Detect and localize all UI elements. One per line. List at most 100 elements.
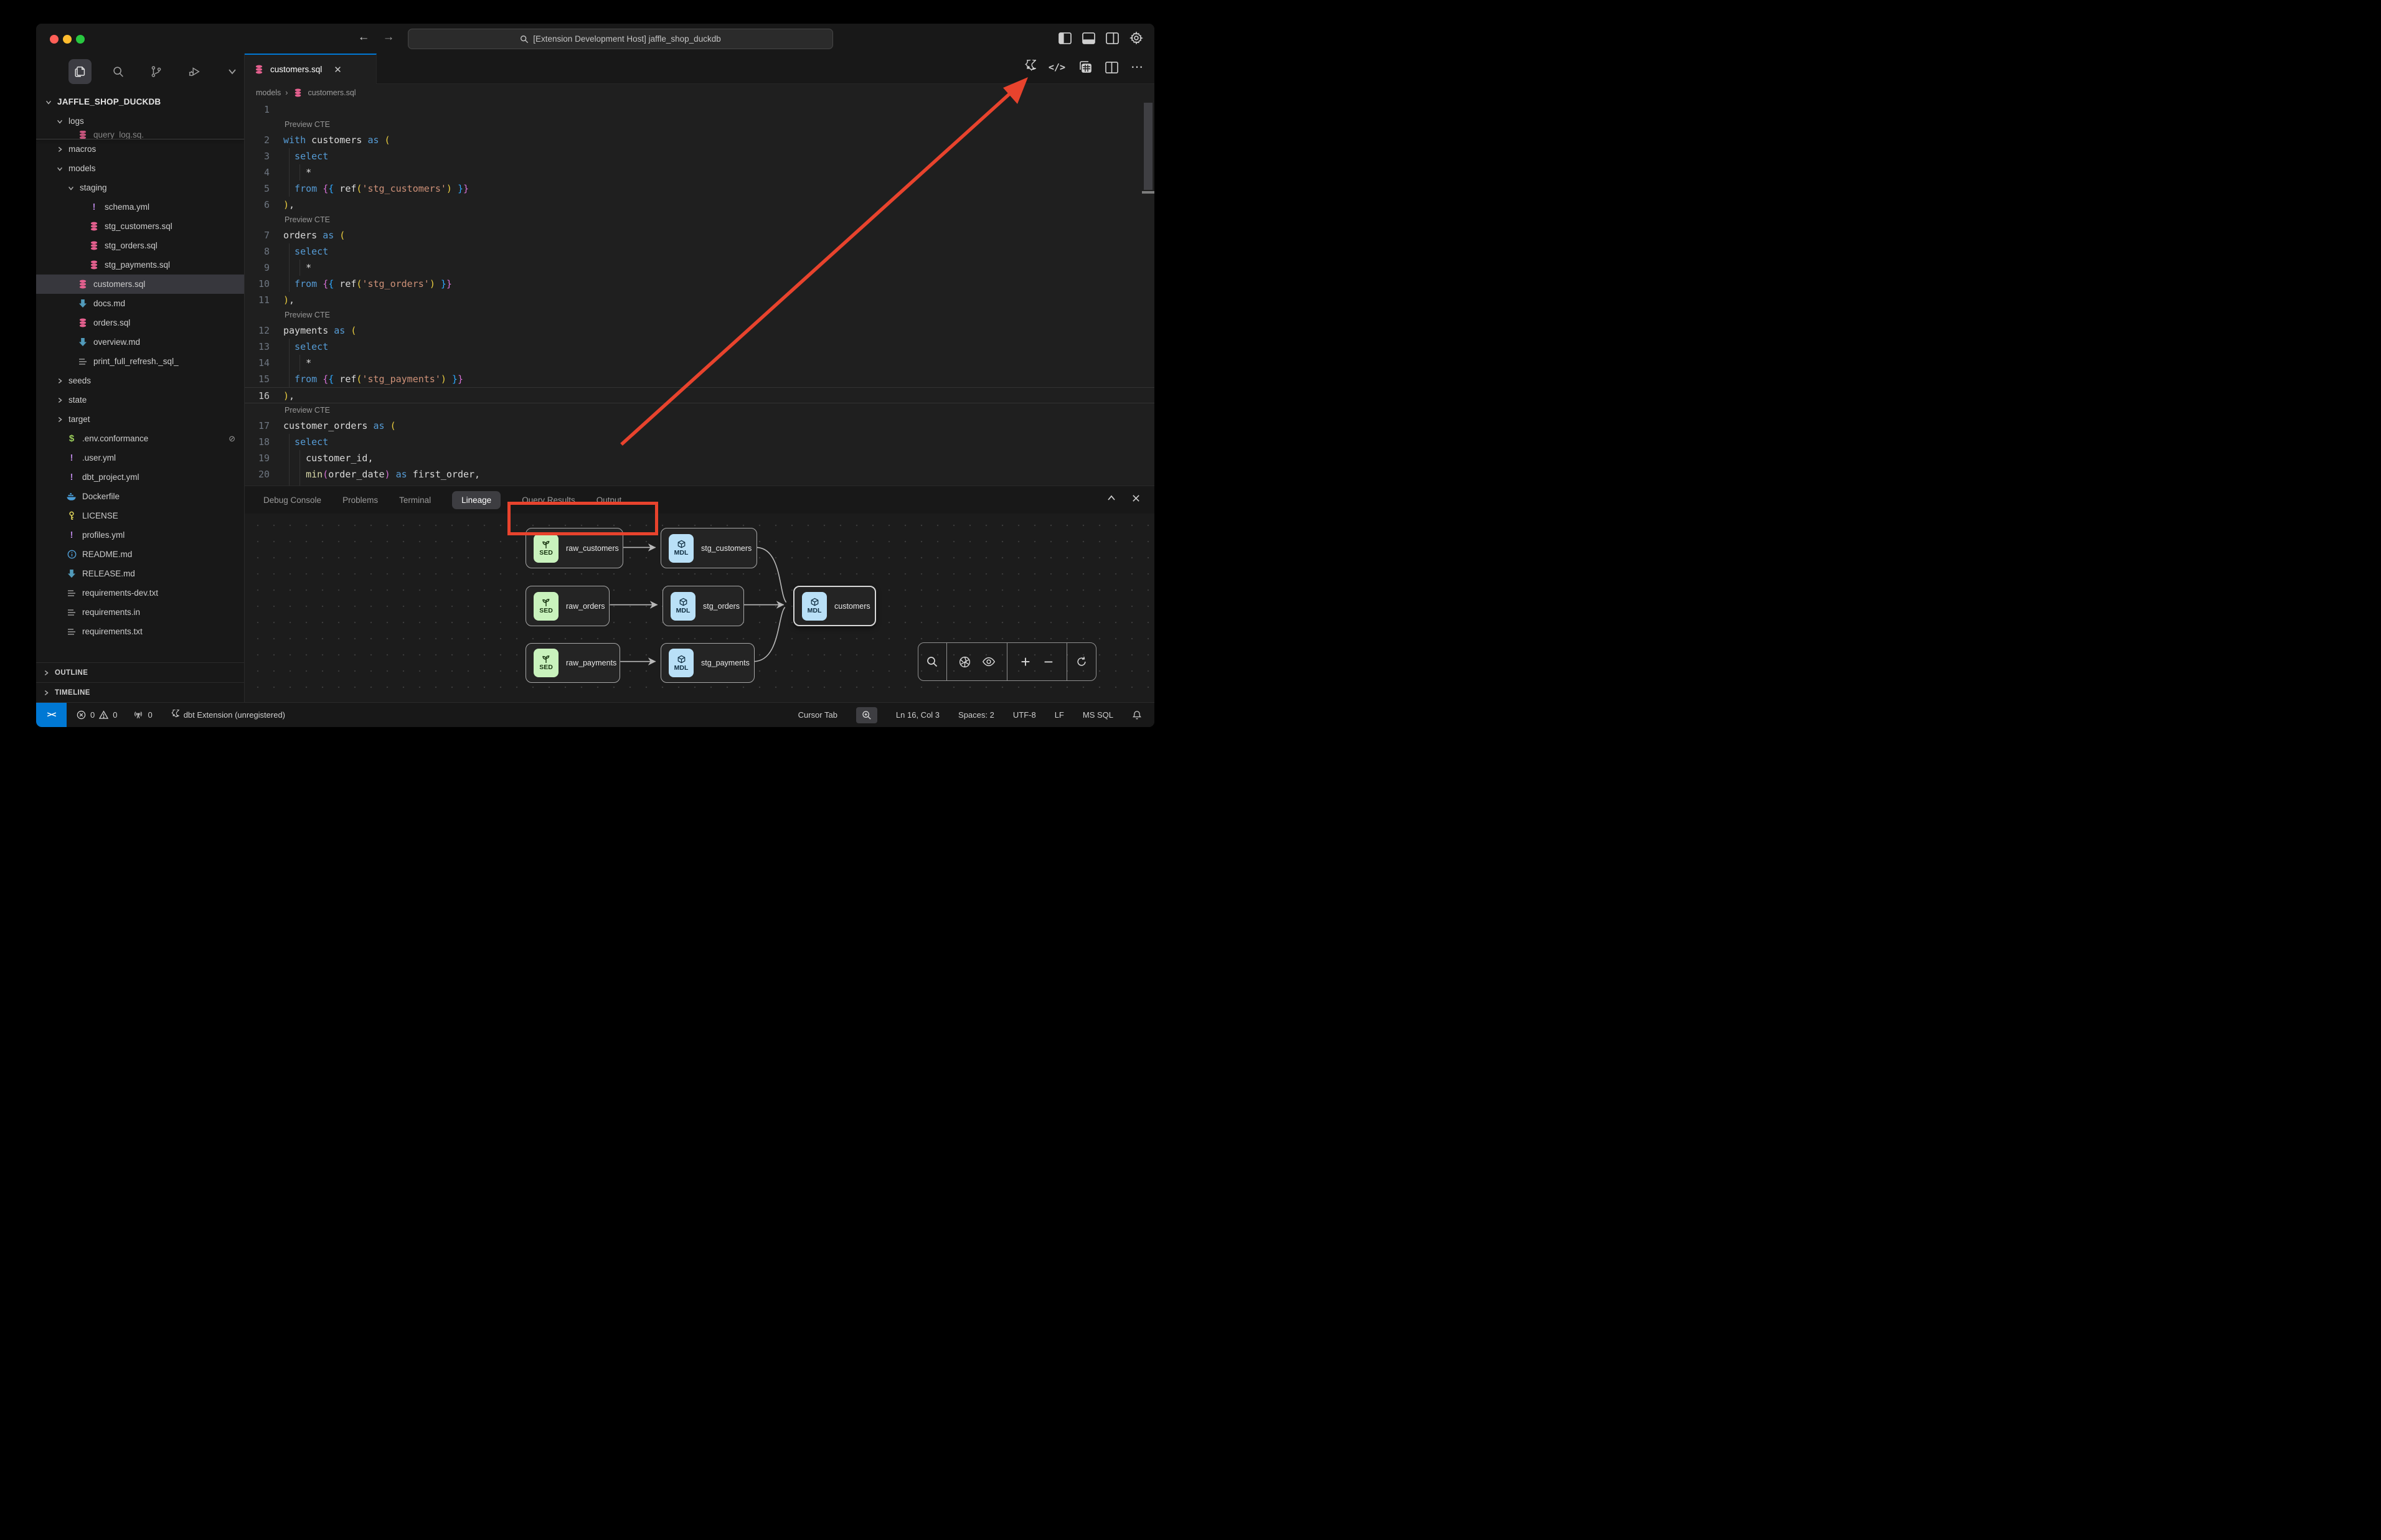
compiled-code-icon[interactable]: </>: [1049, 62, 1065, 73]
tree-file-requirements-txt[interactable]: requirements.txt: [36, 622, 244, 640]
panel-tab-problems[interactable]: Problems: [342, 495, 378, 505]
toggle-sidebar-icon[interactable]: [1058, 32, 1072, 44]
panel-tab-lineage-active[interactable]: Lineage: [452, 491, 501, 509]
cursor-tab-status[interactable]: Cursor Tab: [798, 710, 837, 720]
settings-gear-icon[interactable]: [1129, 31, 1143, 45]
panel-tab-terminal[interactable]: Terminal: [399, 495, 431, 505]
breadcrumb-folder[interactable]: models: [256, 88, 281, 97]
zoom-window-button[interactable]: [76, 35, 85, 44]
lineage-node-customers-selected[interactable]: MDL customers: [793, 586, 876, 626]
problems-status[interactable]: 0 0: [77, 710, 117, 720]
panel-tab-debug-console[interactable]: Debug Console: [263, 495, 321, 505]
run-debug-icon[interactable]: [183, 59, 206, 84]
tree-file-stg-customers[interactable]: stg_customers.sql: [36, 217, 244, 236]
overview-ruler-marker: [1142, 191, 1154, 194]
zoom-status-button[interactable]: [856, 707, 877, 723]
toggle-panel-icon[interactable]: [1082, 32, 1095, 44]
tree-file-orders-sql[interactable]: orders.sql: [36, 313, 244, 332]
tree-folder-seeds[interactable]: seeds: [36, 371, 244, 390]
toggle-secondary-sidebar-icon[interactable]: [1106, 32, 1119, 44]
tree-file-profiles-yml[interactable]: ! profiles.yml: [36, 525, 244, 545]
encoding-status[interactable]: UTF-8: [1013, 710, 1036, 720]
close-panel-icon[interactable]: [1131, 494, 1141, 503]
folder-label: staging: [80, 183, 107, 192]
code-editor[interactable]: 1 Preview CTE 2with customers as ( 3 sel…: [245, 101, 1154, 486]
tree-file-stg-orders[interactable]: stg_orders.sql: [36, 236, 244, 255]
tree-folder-logs[interactable]: logs: [36, 111, 244, 131]
tree-file-stg-payments[interactable]: stg_payments.sql: [36, 255, 244, 275]
tree-file-schema-yml[interactable]: ! schema.yml: [36, 197, 244, 217]
ports-status[interactable]: 0: [133, 710, 152, 720]
editor-tab-bar: customers.sql ✕ </> ⋯: [245, 54, 1154, 84]
timeline-section[interactable]: TIMELINE: [36, 682, 244, 702]
tree-file-dockerfile[interactable]: Dockerfile: [36, 487, 244, 506]
tree-file-env-conformance[interactable]: $ .env.conformance ⊘: [36, 429, 244, 448]
source-control-icon[interactable]: [144, 59, 167, 84]
more-views-chevron-icon[interactable]: [221, 59, 244, 84]
seedling-icon: [541, 598, 551, 607]
lineage-node-raw-payments[interactable]: SED raw_payments: [526, 643, 620, 683]
codelens-preview-cte[interactable]: Preview CTE: [283, 403, 330, 418]
maximize-panel-chevron-icon[interactable]: [1106, 494, 1116, 504]
info-icon: [66, 549, 77, 560]
lineage-canvas[interactable]: SED raw_customers MDL stg_customers SED …: [245, 514, 1154, 702]
tree-file-overview-md[interactable]: overview.md: [36, 332, 244, 352]
command-center-search[interactable]: [Extension Development Host] jaffle_shop…: [408, 29, 833, 49]
tree-file-requirements-in[interactable]: requirements.in: [36, 603, 244, 622]
search-view-icon[interactable]: [106, 59, 130, 84]
tree-file-print-full-refresh[interactable]: print_full_refresh._sql_: [36, 352, 244, 371]
zoom-in-button[interactable]: +: [1021, 652, 1030, 672]
file-label: profiles.yml: [82, 530, 125, 540]
tree-file-readme[interactable]: README.md: [36, 545, 244, 564]
dbt-power-user-icon[interactable]: [1021, 60, 1036, 75]
remote-indicator[interactable]: ><: [36, 703, 67, 727]
indentation-status[interactable]: Spaces: 2: [958, 710, 994, 720]
tab-customers-sql[interactable]: customers.sql ✕: [245, 54, 377, 84]
breadcrumb-file[interactable]: customers.sql: [308, 88, 356, 97]
lineage-search-button[interactable]: [918, 643, 947, 680]
minimize-window-button[interactable]: [63, 35, 72, 44]
tree-folder-target[interactable]: target: [36, 410, 244, 429]
tree-file-dbt-project-yml[interactable]: ! dbt_project.yml: [36, 467, 244, 487]
lineage-node-raw-orders[interactable]: SED raw_orders: [526, 586, 610, 626]
tree-file-license[interactable]: LICENSE: [36, 506, 244, 525]
tree-file-customers-selected[interactable]: customers.sql: [36, 275, 244, 294]
line-col-status[interactable]: Ln 16, Col 3: [896, 710, 940, 720]
tree-folder-models[interactable]: models: [36, 159, 244, 178]
close-tab-icon[interactable]: ✕: [334, 64, 342, 75]
explorer-view-icon[interactable]: [68, 59, 92, 84]
tree-file-docs-md[interactable]: docs.md: [36, 294, 244, 313]
refresh-button[interactable]: [1067, 643, 1096, 680]
outline-section[interactable]: OUTLINE: [36, 662, 244, 682]
lineage-node-stg-orders[interactable]: MDL stg_orders: [662, 586, 744, 626]
language-mode-status[interactable]: MS SQL: [1083, 710, 1113, 720]
aperture-icon[interactable]: [958, 655, 971, 669]
codelens-preview-cte[interactable]: Preview CTE: [283, 213, 330, 227]
tree-folder-staging[interactable]: staging: [36, 178, 244, 197]
more-actions-icon[interactable]: ⋯: [1131, 64, 1144, 70]
bell-icon[interactable]: [1132, 710, 1142, 720]
tree-folder-macros[interactable]: macros: [36, 139, 244, 159]
tree-file-requirements-dev[interactable]: requirements-dev.txt: [36, 583, 244, 603]
dbt-extension-status[interactable]: dbt Extension (unregistered): [169, 710, 285, 720]
codelens-preview-cte[interactable]: Preview CTE: [283, 118, 330, 132]
lineage-node-stg-payments[interactable]: MDL stg_payments: [661, 643, 755, 683]
eol-status[interactable]: LF: [1055, 710, 1064, 720]
tree-root-folder[interactable]: JAFFLE_SHOP_DUCKDB: [36, 92, 244, 111]
split-editor-icon[interactable]: [1105, 62, 1118, 73]
back-button[interactable]: ←: [356, 31, 372, 44]
lineage-node-stg-customers[interactable]: MDL stg_customers: [661, 528, 757, 568]
breadcrumb[interactable]: models › customers.sql: [245, 84, 1154, 101]
tree-file-release-md[interactable]: RELEASE.md: [36, 564, 244, 583]
eye-icon[interactable]: [982, 656, 996, 667]
model-badge: MDL: [671, 592, 695, 621]
tree-file-query-log[interactable]: query_log.sq.: [36, 131, 244, 139]
query-results-table-icon[interactable]: [1078, 60, 1093, 75]
tree-file-user-yml[interactable]: ! .user.yml: [36, 448, 244, 467]
close-window-button[interactable]: [50, 35, 59, 44]
forward-button[interactable]: →: [380, 31, 397, 44]
editor-scrollbar[interactable]: [1144, 103, 1153, 190]
tree-folder-state[interactable]: state: [36, 390, 244, 410]
codelens-preview-cte[interactable]: Preview CTE: [283, 308, 330, 322]
zoom-out-button[interactable]: −: [1044, 652, 1053, 672]
